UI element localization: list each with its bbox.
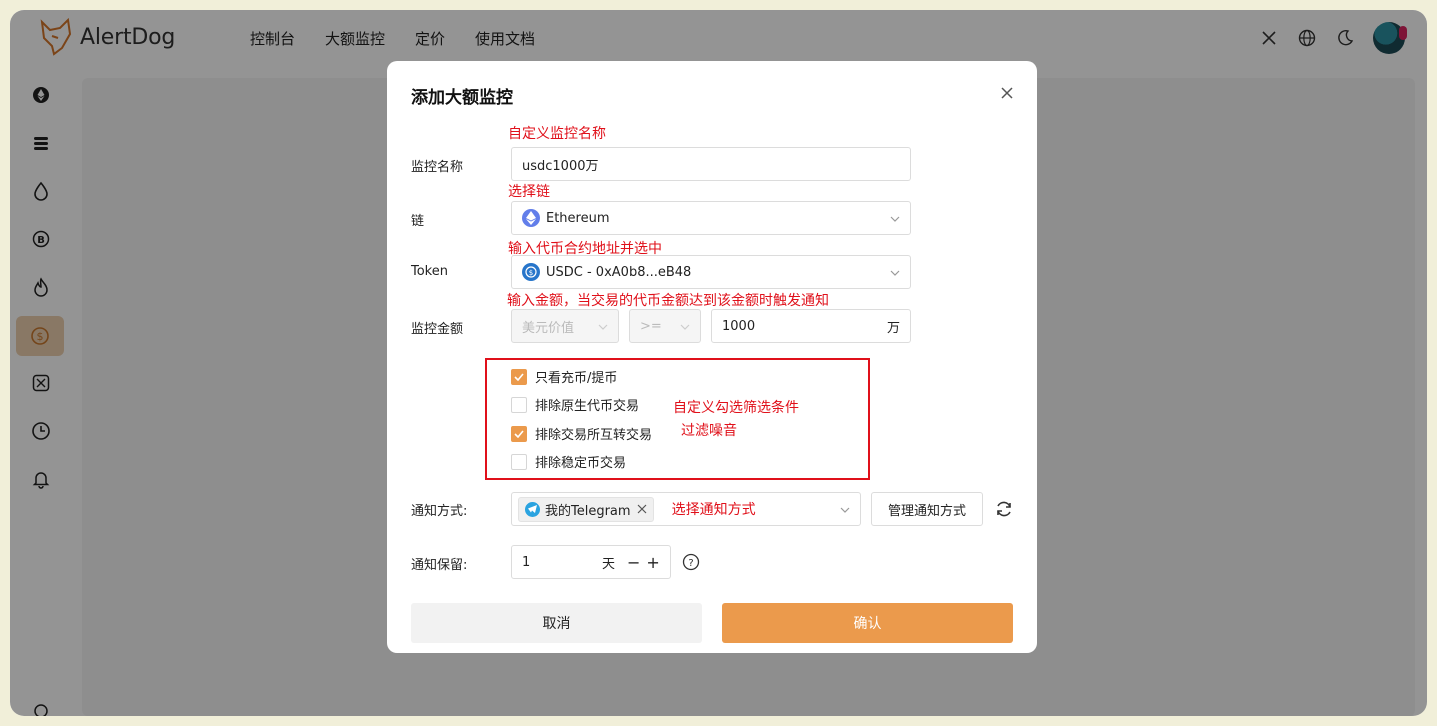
- amount-label: 监控金额: [411, 322, 464, 337]
- chevron-down-icon: [598, 324, 608, 330]
- close-icon[interactable]: [999, 85, 1015, 101]
- chain-label: 链: [411, 214, 425, 229]
- name-label: 监控名称: [411, 160, 464, 175]
- token-select[interactable]: $ USDC - 0xA0b8...eB48: [511, 255, 911, 289]
- refresh-icon[interactable]: [994, 499, 1014, 519]
- chain-select[interactable]: Ethereum: [511, 201, 911, 235]
- checkbox-unchecked-icon[interactable]: [511, 396, 527, 413]
- checkbox-label: 排除原生代币交易: [535, 399, 640, 414]
- retention-unit: 天: [602, 556, 616, 572]
- help-icon[interactable]: ?: [682, 553, 700, 571]
- chevron-down-icon: [680, 324, 690, 330]
- svg-text:$: $: [529, 269, 533, 277]
- retention-label: 通知保留:: [411, 558, 468, 573]
- confirm-button[interactable]: 确认: [722, 603, 1013, 643]
- manage-notify-button[interactable]: 管理通知方式: [871, 492, 983, 526]
- dialog-title: 添加大额监控: [411, 88, 513, 108]
- checkbox-exclude-native[interactable]: 排除原生代币交易: [511, 395, 639, 414]
- annotation-name: 自定义监控名称: [508, 126, 606, 142]
- chain-value: Ethereum: [546, 210, 610, 226]
- token-value: USDC - 0xA0b8...eB48: [546, 264, 692, 280]
- ethereum-icon: [522, 209, 540, 227]
- amount-type-value: 美元价值: [522, 320, 575, 336]
- minus-icon[interactable]: −: [627, 553, 640, 572]
- svg-text:?: ?: [688, 558, 693, 569]
- notify-label: 通知方式:: [411, 504, 468, 519]
- notify-tag: 我的Telegram: [518, 496, 654, 522]
- checkbox-label: 排除交易所互转交易: [535, 428, 653, 443]
- checkbox-label: 只看充币/提币: [535, 371, 618, 386]
- checkbox-checked-icon[interactable]: [511, 368, 527, 385]
- checkbox-unchecked-icon[interactable]: [511, 453, 527, 470]
- chevron-down-icon: [890, 270, 900, 276]
- checkbox-exclude-exchange[interactable]: 排除交易所互转交易: [511, 424, 652, 443]
- name-value: usdc1000万: [522, 158, 599, 174]
- token-label: Token: [411, 264, 448, 279]
- retention-stepper[interactable]: 1 天 − +: [511, 545, 671, 579]
- close-icon[interactable]: [637, 504, 647, 514]
- annotation-filter-2: 过滤噪音: [681, 423, 737, 439]
- checkbox-checked-icon[interactable]: [511, 425, 527, 442]
- amount-value: 1000: [722, 318, 756, 334]
- chevron-down-icon: [840, 507, 850, 513]
- usdc-icon: $: [522, 263, 540, 281]
- checkbox-label: 排除稳定币交易: [535, 456, 627, 471]
- checkbox-exclude-stable[interactable]: 排除稳定币交易: [511, 452, 626, 471]
- cancel-button[interactable]: 取消: [411, 603, 702, 643]
- amount-operator-select[interactable]: >=: [629, 309, 701, 343]
- annotation-filter-1: 自定义勾选筛选条件: [673, 400, 799, 416]
- annotation-amount: 输入金额，当交易的代币金额达到该金额时触发通知: [507, 293, 829, 309]
- amount-operator-value: >=: [640, 318, 662, 334]
- chevron-down-icon: [890, 216, 900, 222]
- amount-input[interactable]: 1000 万: [711, 309, 911, 343]
- telegram-icon: [525, 501, 540, 517]
- notify-tag-label: 我的Telegram: [545, 503, 631, 519]
- amount-unit: 万: [886, 320, 900, 336]
- checkbox-deposit-withdraw[interactable]: 只看充币/提币: [511, 367, 617, 386]
- amount-type-select[interactable]: 美元价值: [511, 309, 619, 343]
- add-monitor-dialog: 添加大额监控 自定义监控名称 监控名称 usdc1000万 选择链 链 Ethe…: [387, 61, 1037, 653]
- notify-select[interactable]: 我的Telegram 选择通知方式: [511, 492, 861, 526]
- plus-icon[interactable]: +: [646, 553, 659, 572]
- retention-value: 1: [522, 554, 531, 570]
- annotation-notify: 选择通知方式: [671, 502, 756, 518]
- name-input[interactable]: usdc1000万: [511, 147, 911, 181]
- annotation-chain: 选择链: [508, 184, 550, 200]
